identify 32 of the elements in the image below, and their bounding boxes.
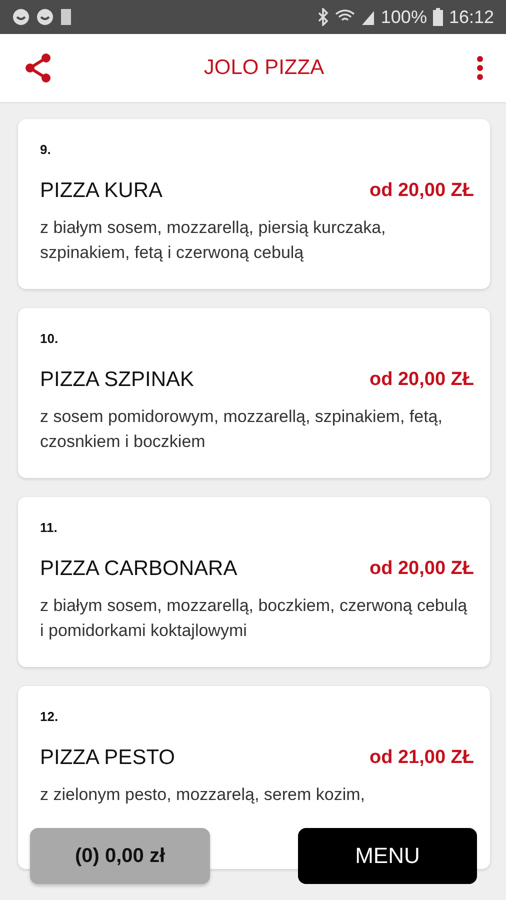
item-description: z zielonym pesto, mozzarelą, serem kozim,: [40, 784, 366, 806]
item-price: od 20,00 ZŁ: [369, 369, 474, 391]
item-description: z sosem pomidorowym, mozzarellą, szpinakiem, fetą, czosnkiem i boczkiem: [40, 406, 444, 453]
share-icon[interactable]: [24, 53, 52, 83]
item-number: 11.: [40, 520, 58, 535]
battery-icon: [432, 8, 443, 26]
item-name: PIZZA PESTO: [40, 746, 175, 770]
menu-item-card[interactable]: 11. PIZZA CARBONARA od 20,00 ZŁ z białym sosem, mozzarellą, boczkiem, czerwoną cebulą i pomidorkami koktajlowymi: [18, 497, 490, 667]
item-price: od 20,00 ZŁ: [369, 180, 474, 202]
item-description: z białym sosem, mozzarellą, piersią kurczaka, szpinakiem, fetą i czerwoną cebulą: [40, 217, 387, 264]
item-number: 10.: [40, 331, 58, 346]
item-price: od 21,00 ZŁ: [369, 747, 474, 769]
item-number: 9.: [40, 142, 51, 157]
sd-card-icon: [60, 8, 72, 26]
menu-item-card[interactable]: 9. PIZZA KURA od 20,00 ZŁ z białym sosem, mozzarellą, piersią kurczaka, szpinakiem, fetą i czerwoną cebulą: [18, 119, 490, 289]
menu-button[interactable]: MENU: [298, 828, 477, 884]
cart-button[interactable]: (0) 0,00 zł: [30, 828, 210, 884]
more-options-icon[interactable]: [476, 56, 484, 80]
item-name: PIZZA SZPINAK: [40, 368, 194, 392]
notification-icon: [36, 8, 54, 26]
item-description: z białym sosem, mozzarellą, boczkiem, czerwoną cebulą i pomidorkami koktajlowymi: [40, 595, 468, 642]
app-title: JOLO PIZZA: [204, 56, 324, 80]
signal-icon: [360, 9, 375, 25]
menu-item-card[interactable]: 10. PIZZA SZPINAK od 20,00 ZŁ z sosem pomidorowym, mozzarellą, szpinakiem, fetą, czosnkiem i boczkiem: [18, 308, 490, 478]
item-price: od 20,00 ZŁ: [369, 558, 474, 580]
clock-time: 16:12: [448, 6, 494, 28]
battery-percentage: 100%: [380, 6, 427, 28]
notification-icon: [12, 8, 30, 26]
bluetooth-icon: [316, 8, 329, 26]
item-number: 12.: [40, 709, 58, 724]
item-name: PIZZA KURA: [40, 179, 163, 203]
item-name: PIZZA CARBONARA: [40, 557, 238, 581]
